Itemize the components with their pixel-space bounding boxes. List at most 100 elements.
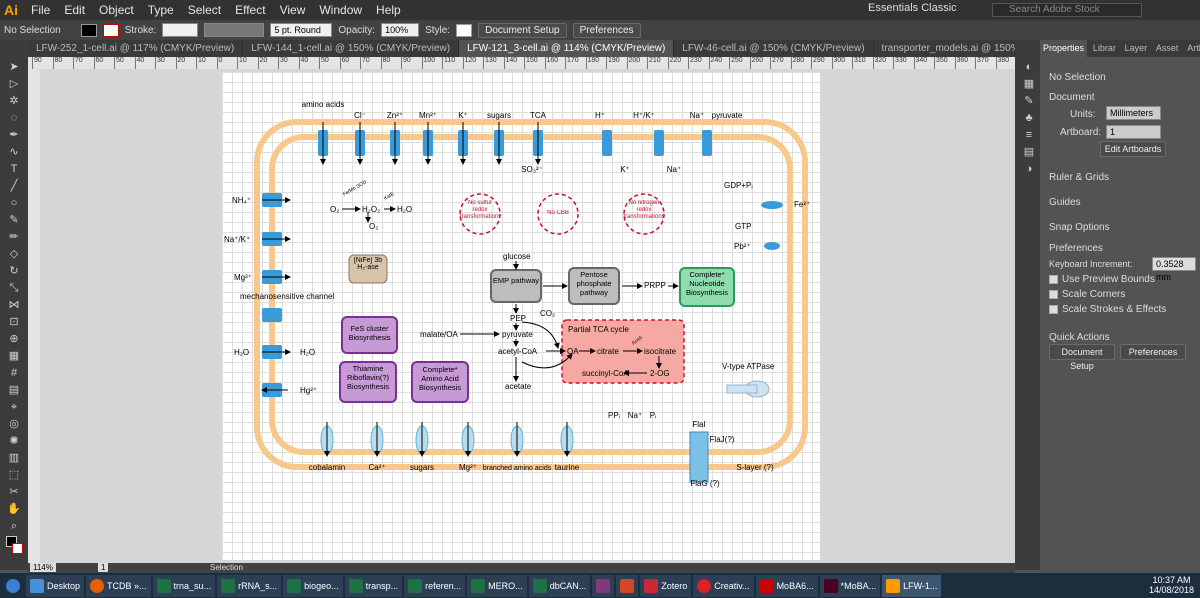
slice-tool-icon[interactable]: ✂ [4,485,24,499]
direct-selection-tool-icon[interactable]: ▷ [4,77,24,91]
blend-tool-icon[interactable]: ◎ [4,417,24,431]
stroke-weight-field[interactable] [162,23,199,37]
label-tca: TCA [530,111,547,120]
graph-tool-icon[interactable]: ▥ [4,451,24,465]
transparency-icon[interactable]: ◑ [1019,162,1039,176]
task-excel-biogeo[interactable]: biogeo... [283,574,343,597]
menu-help[interactable]: Help [369,3,408,17]
tab-libraries[interactable]: Librar [1090,40,1119,57]
hand-tool-icon[interactable]: ✋ [4,502,24,516]
style-swatch[interactable] [456,23,473,37]
task-desktop[interactable]: Desktop [26,574,85,597]
gradient-tool-icon[interactable]: ▤ [4,383,24,397]
tab-layers[interactable]: Layer [1122,40,1151,57]
task-onenote[interactable] [592,574,615,597]
stroke-swatch[interactable] [102,23,119,37]
brushes-icon[interactable]: ✎ [1019,94,1039,108]
pen-tool-icon[interactable]: ✒ [4,128,24,142]
scale-corners-checkbox[interactable] [1049,289,1058,299]
menu-view[interactable]: View [273,3,313,17]
task-indesign[interactable]: *MoBA... [819,574,881,597]
qa-document-setup-button[interactable]: Document Setup [1049,344,1115,371]
shape-builder-icon[interactable]: ⊕ [4,332,24,346]
width-tool-icon[interactable]: ⋈ [4,298,24,312]
workspace-switcher[interactable]: Essentials Classic [868,2,968,14]
task-creative-cloud[interactable]: Creativ... [693,574,754,597]
swatches-icon[interactable]: ▦ [1019,77,1039,91]
ellipse-tool-icon[interactable]: ○ [4,196,24,210]
fill-swatch[interactable] [80,23,97,37]
magic-wand-icon[interactable]: ✲ [4,94,24,108]
free-transform-icon[interactable]: ⊡ [4,315,24,329]
units-dropdown[interactable]: Millimeters [1106,106,1161,120]
label-s-layer: S-layer (?) [736,463,774,472]
rotate-tool-icon[interactable]: ↻ [4,264,24,278]
menu-file[interactable]: File [24,3,57,17]
color-panel-icon[interactable]: ◐ [1019,60,1039,74]
lasso-icon[interactable]: ◌ [4,111,24,125]
mesh-tool-icon[interactable]: # [4,366,24,380]
task-excel-dbcan[interactable]: dbCAN... [528,574,591,597]
stock-search-input[interactable]: Search Adobe Stock [992,3,1142,17]
menu-type[interactable]: Type [141,3,181,17]
start-button[interactable] [2,575,24,597]
tab-lfw-121[interactable]: LFW-121_3-cell.ai @ 114% (CMYK/Preview) [459,40,675,57]
tab-lfw-252[interactable]: LFW-252_1-cell.ai @ 117% (CMYK/Preview) [28,40,244,57]
type-tool-icon[interactable]: T [4,162,24,176]
menu-select[interactable]: Select [181,3,228,17]
curvature-tool-icon[interactable]: ∿ [4,145,24,159]
tab-lfw-144[interactable]: LFW-144_1-cell.ai @ 150% (CMYK/Preview) [243,40,460,57]
variable-width-field[interactable] [204,23,265,37]
eyedropper-icon[interactable]: ⌖ [4,400,24,414]
artboard-tool-icon[interactable]: ⬚ [4,468,24,482]
task-excel-referen[interactable]: referen... [404,574,466,597]
task-firefox-tcdb[interactable]: TCDB »... [86,574,151,597]
task-zotero[interactable]: Zotero [640,574,692,597]
selection-tool-icon[interactable]: ➤ [4,60,24,74]
stroke-panel-icon[interactable]: ≡ [1019,128,1039,142]
brush-dropdown[interactable]: 5 pt. Round [270,23,333,37]
tab-lfw-46[interactable]: LFW-46-cell.ai @ 150% (CMYK/Preview) [674,40,874,57]
paintbrush-icon[interactable]: ✎ [4,213,24,227]
gradient-panel-icon[interactable]: ▤ [1019,145,1039,159]
system-clock[interactable]: 10:37 AM 14/08/2018 [1149,575,1194,595]
artboard-nav-field[interactable]: 1 [98,563,109,572]
symbols-icon[interactable]: ♣ [1019,111,1039,125]
pencil-icon[interactable]: ✏ [4,230,24,244]
menu-window[interactable]: Window [312,3,369,17]
task-excel-mero[interactable]: MERO... [467,574,527,597]
scale-strokes-checkbox[interactable] [1049,304,1058,314]
artboard-dropdown[interactable]: 1 [1106,125,1161,139]
eraser-icon[interactable]: ◇ [4,247,24,261]
edit-artboards-button[interactable]: Edit Artboards [1100,141,1166,157]
symbol-sprayer-icon[interactable]: ✺ [4,434,24,448]
line-tool-icon[interactable]: ╱ [4,179,24,193]
preferences-button[interactable]: Preferences [572,22,641,38]
ruler-tick-label: 50 [114,57,124,69]
tab-asset[interactable]: Asset [1153,40,1182,57]
label-mg-bottom: Mg²⁺ [459,463,477,472]
menu-edit[interactable]: Edit [57,3,92,17]
tab-artboards[interactable]: Artbo [1184,40,1200,57]
zoom-field[interactable]: 114% [30,563,56,572]
task-pdf-moba[interactable]: MoBA6... [755,574,818,597]
task-excel-rrna[interactable]: rRNA_s... [217,574,282,597]
tab-properties[interactable]: Properties [1040,40,1088,57]
opacity-field[interactable]: 100% [381,23,420,37]
task-powerpoint[interactable] [616,574,639,597]
task-excel-transp[interactable]: transp... [344,574,403,597]
label-gtp: GTP [735,222,751,231]
task-illustrator[interactable]: LFW-1... [882,574,942,597]
scale-tool-icon[interactable]: ⤡ [4,281,24,295]
zoom-tool-icon[interactable]: ⌕ [4,519,24,533]
artboard[interactable]: amino acids Cl⁻ Zn²⁺ Mn²⁺ K⁺ sugars TCA … [222,72,820,560]
fill-stroke-icon[interactable] [4,536,24,556]
menu-object[interactable]: Object [92,3,141,17]
keyboard-increment-field[interactable]: 0.3528 mm [1152,257,1196,282]
task-excel-trna[interactable]: trna_su... [152,574,216,597]
document-setup-button[interactable]: Document Setup [478,22,567,38]
qa-preferences-button[interactable]: Preferences [1120,344,1186,360]
perspective-grid-icon[interactable]: ▦ [4,349,24,363]
preview-bounds-checkbox[interactable] [1049,274,1058,284]
menu-effect[interactable]: Effect [228,3,272,17]
